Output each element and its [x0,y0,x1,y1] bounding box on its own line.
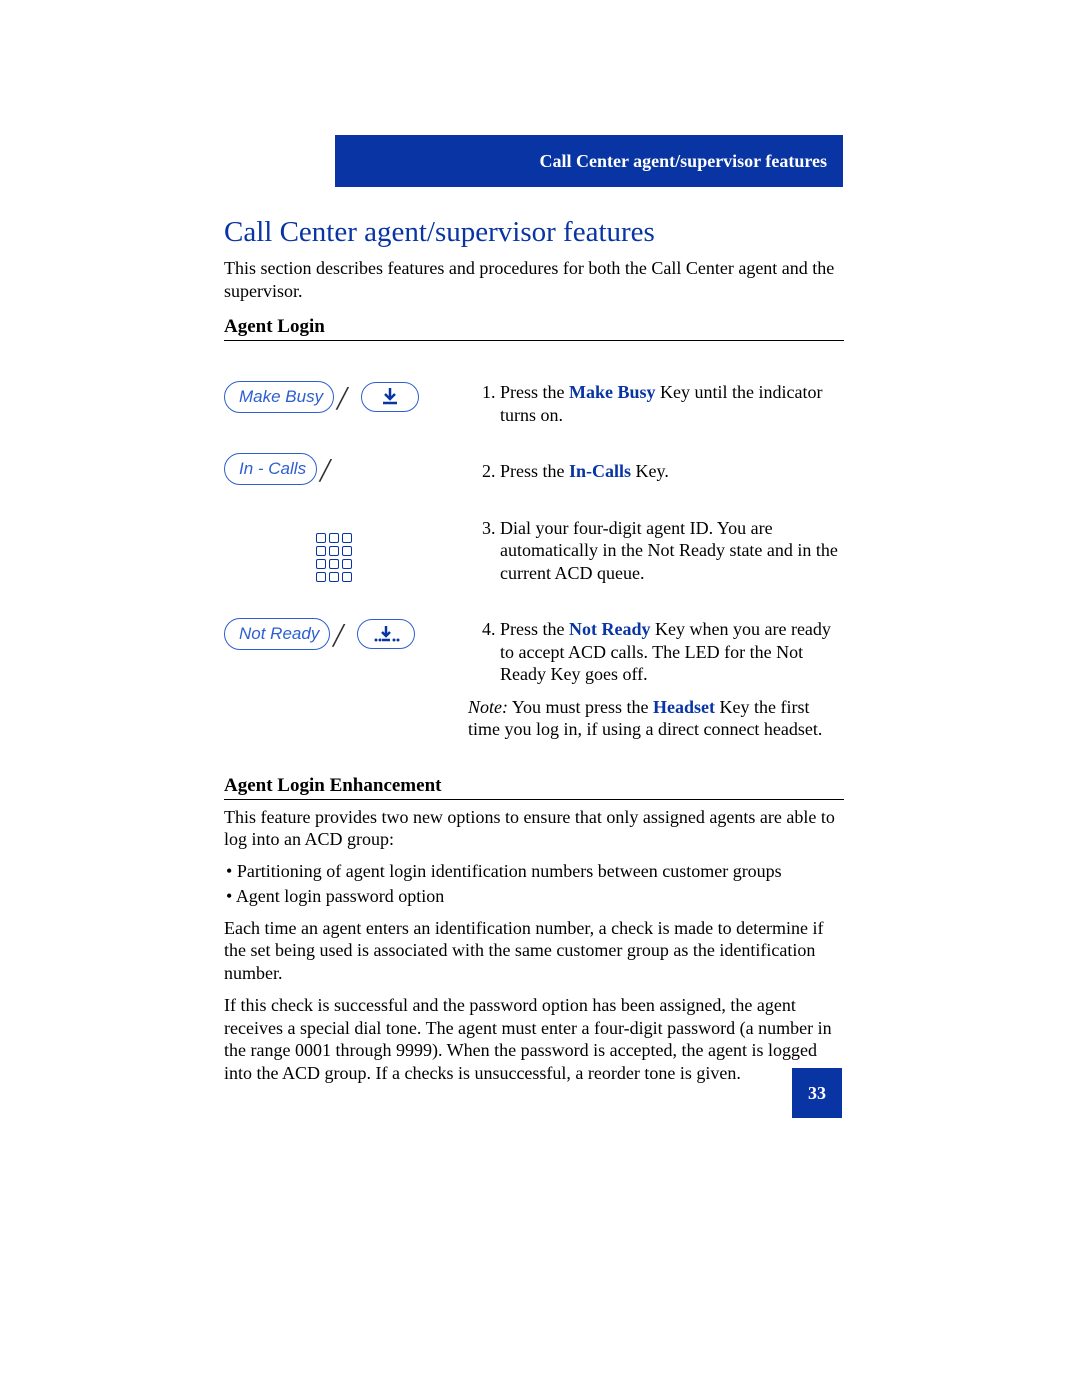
list-item: Partitioning of agent login identificati… [226,861,844,882]
running-header-title: Call Center agent/supervisor features [540,151,827,172]
list-item: Agent login password option [226,886,844,907]
feature-divider-slash: / [320,461,329,481]
note-label: Note: [468,697,508,717]
step-2-keyword: In-Calls [569,461,631,481]
step-3: Dial your four-digit agent ID. You are a… [500,517,844,585]
page-content: Call Center agent/supervisor features Th… [224,216,844,1094]
note-paragraph: Note: You must press the Headset Key the… [468,696,844,741]
page-title: Call Center agent/supervisor features [224,216,844,249]
section-heading-agent-login: Agent Login [224,316,844,341]
not-ready-key-label: Not Ready [224,618,330,650]
page-number-badge: 33 [792,1068,842,1118]
step-4-text-pre: Press the [500,619,569,639]
step-2-text-post: Key. [631,461,669,481]
running-header-bar: Call Center agent/supervisor features [335,135,843,187]
feature-divider-slash: / [333,626,342,646]
step-2-text-pre: Press the [500,461,569,481]
in-calls-key-label: In - Calls [224,453,317,485]
section-heading-enhancement: Agent Login Enhancement [224,775,844,800]
in-calls-key-row: In - Calls / [224,453,444,485]
dialpad-icon-row [224,533,444,582]
step-1: Press the Make Busy Key until the indica… [500,381,844,426]
dialpad-icon [316,533,352,582]
not-ready-indicator-icon [357,619,415,649]
step-4-keyword: Not Ready [569,619,651,639]
key-illustrations-column: Make Busy / In - Calls / [224,381,444,761]
enhancement-bullets: Partitioning of agent login identificati… [226,861,844,907]
steps-column: Press the Make Busy Key until the indica… [468,381,844,761]
enhancement-intro: This feature provides two new options to… [224,806,844,851]
feature-divider-slash: / [337,389,346,409]
page-number: 33 [808,1083,826,1104]
step-1-keyword: Make Busy [569,382,656,402]
step-1-text-pre: Press the [500,382,569,402]
step-2: Press the In-Calls Key. [500,460,844,483]
intro-paragraph: This section describes features and proc… [224,257,844,302]
enhancement-paragraph-2: If this check is successful and the pass… [224,994,844,1084]
make-busy-indicator-icon [361,382,419,412]
document-page: Call Center agent/supervisor features Ca… [0,0,1080,1397]
procedure-steps: Press the Make Busy Key until the indica… [468,381,844,686]
step-4: Press the Not Ready Key when you are rea… [500,618,844,686]
agent-login-section: Make Busy / In - Calls / [224,381,844,761]
make-busy-key-label: Make Busy [224,381,334,413]
make-busy-key-row: Make Busy / [224,381,444,413]
enhancement-paragraph-1: Each time an agent enters an identificat… [224,917,844,985]
note-text-pre: You must press the [508,697,653,717]
not-ready-key-row: Not Ready / [224,618,444,650]
note-keyword: Headset [653,697,715,717]
